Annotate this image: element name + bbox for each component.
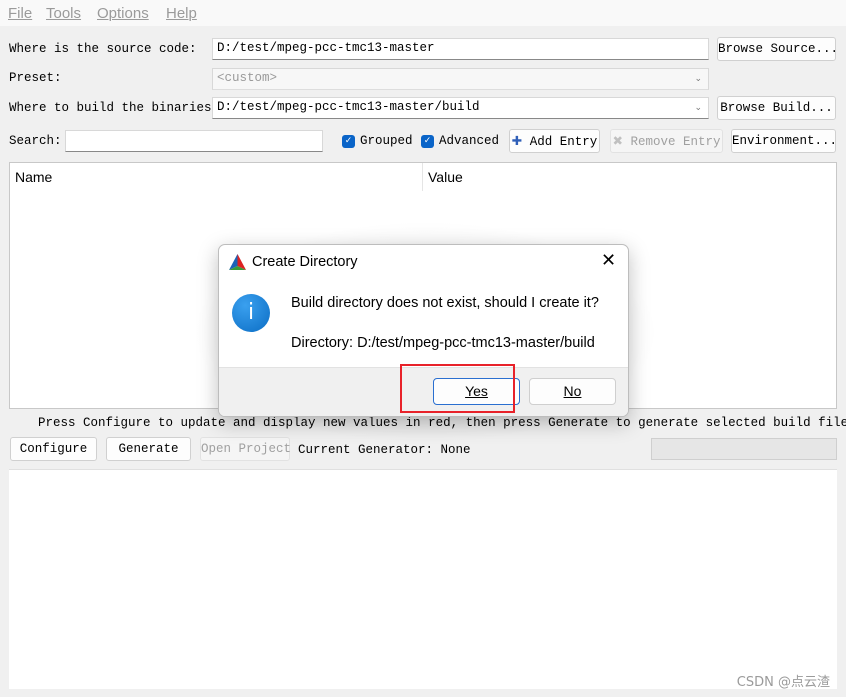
- watermark: CSDN @点云渣: [736, 675, 830, 690]
- menu-help[interactable]: Help: [166, 5, 197, 22]
- info-icon: i: [232, 294, 270, 332]
- remove-entry-label: Remove Entry: [630, 135, 721, 149]
- configure-button[interactable]: Configure: [10, 437, 97, 461]
- grouped-label: Grouped: [360, 134, 413, 148]
- progress-bar: [651, 438, 837, 460]
- preset-label: Preset:: [9, 71, 62, 85]
- advanced-label: Advanced: [439, 134, 500, 148]
- no-button[interactable]: No: [529, 378, 616, 405]
- source-label: Where is the source code:: [9, 42, 197, 56]
- search-label: Search:: [9, 134, 62, 148]
- generate-button[interactable]: Generate: [106, 437, 191, 461]
- dialog-title: Create Directory: [252, 254, 358, 270]
- x-icon: ✖: [612, 133, 623, 148]
- environment-button[interactable]: Environment...: [731, 129, 837, 153]
- menu-tools[interactable]: Tools: [46, 5, 81, 22]
- grouped-checkbox[interactable]: ✓: [342, 135, 355, 148]
- source-input[interactable]: D:/test/mpeg-pcc-tmc13-master: [212, 38, 709, 60]
- output-log[interactable]: [9, 469, 837, 689]
- menu-bar: File Tools Options Help: [0, 0, 846, 26]
- column-header-name[interactable]: Name: [10, 163, 423, 191]
- dialog-message: Build directory does not exist, should I…: [291, 295, 599, 311]
- add-entry-button[interactable]: ✚ Add Entry: [509, 129, 600, 153]
- menu-file[interactable]: File: [8, 5, 32, 22]
- search-input[interactable]: [65, 130, 323, 152]
- close-icon[interactable]: ✕: [601, 250, 616, 271]
- build-value: D:/test/mpeg-pcc-tmc13-master/build: [217, 100, 480, 114]
- chevron-down-icon: ⌄: [694, 74, 702, 84]
- menu-options[interactable]: Options: [97, 5, 149, 22]
- remove-entry-button[interactable]: ✖ Remove Entry: [610, 129, 723, 153]
- chevron-down-icon: ⌄: [694, 103, 702, 113]
- dialog-directory: Directory: D:/test/mpeg-pcc-tmc13-master…: [291, 335, 595, 351]
- add-entry-label: Add Entry: [529, 135, 598, 149]
- cmake-logo-icon: [229, 254, 246, 270]
- browse-build-button[interactable]: Browse Build...: [717, 96, 836, 120]
- plus-icon: ✚: [511, 133, 523, 148]
- browse-source-button[interactable]: Browse Source...: [717, 37, 838, 61]
- preset-select[interactable]: <custom> ⌄: [212, 68, 709, 90]
- current-generator: Current Generator: None: [298, 443, 471, 457]
- preset-value: <custom>: [217, 71, 278, 85]
- build-label: Where to build the binaries:: [9, 101, 220, 115]
- advanced-checkbox[interactable]: ✓: [421, 135, 434, 148]
- column-header-value[interactable]: Value: [423, 163, 836, 191]
- build-select[interactable]: D:/test/mpeg-pcc-tmc13-master/build ⌄: [212, 97, 709, 119]
- highlight-box: [400, 364, 515, 413]
